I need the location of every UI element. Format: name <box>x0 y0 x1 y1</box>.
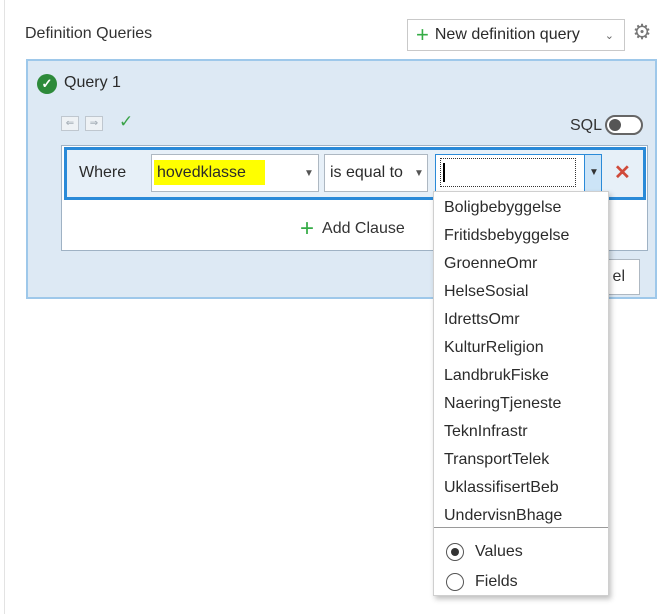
new-definition-query-label: New definition query <box>434 26 580 43</box>
chevron-down-icon[interactable]: ▼ <box>304 168 314 179</box>
gear-icon[interactable]: ⚙ <box>631 22 653 44</box>
values-radio-label[interactable]: Values <box>475 543 523 561</box>
operator-select-value: is equal to <box>330 164 403 181</box>
where-label: Where <box>79 164 127 181</box>
list-item[interactable]: Boligbebyggelse <box>444 199 561 217</box>
chevron-down-icon[interactable]: ▼ <box>414 168 424 179</box>
plus-icon: + <box>416 22 429 47</box>
cancel-button-label: el <box>612 268 625 285</box>
plus-icon: + <box>300 215 315 242</box>
list-item[interactable]: LandbrukFiske <box>444 367 549 385</box>
expand-right-button[interactable]: ⇒ <box>85 116 103 131</box>
list-item[interactable]: HelseSosial <box>444 283 528 301</box>
list-item[interactable]: TeknInfrastr <box>444 423 528 441</box>
new-definition-query-button[interactable]: + New definition query ⌄ <box>407 19 625 51</box>
dropdown-separator <box>434 527 608 528</box>
collapse-left-button[interactable]: ⇐ <box>61 116 79 131</box>
value-dropdown-list: Boligbebyggelse Fritidsbebyggelse Groenn… <box>433 191 609 596</box>
text-caret <box>443 163 445 182</box>
list-item[interactable]: UklassifisertBeb <box>444 479 559 497</box>
panel-title: Definition Queries <box>25 25 153 42</box>
list-item[interactable]: UndervisnBhage <box>444 507 562 525</box>
list-item[interactable]: NaeringTjeneste <box>444 395 561 413</box>
add-clause-label: Add Clause <box>322 220 405 237</box>
list-item[interactable]: GroenneOmr <box>444 255 537 273</box>
fields-radio[interactable] <box>446 573 464 591</box>
sql-toggle[interactable] <box>605 115 643 135</box>
left-divider <box>4 0 5 614</box>
chevron-down-icon[interactable]: ⌄ <box>605 29 614 42</box>
list-item[interactable]: IdrettsOmr <box>444 311 520 329</box>
add-clause-button[interactable]: + Add Clause <box>300 217 405 241</box>
list-item[interactable]: Fritidsbebyggelse <box>444 227 569 245</box>
check-circle-icon: ✓ <box>37 74 57 94</box>
list-item[interactable]: TransportTelek <box>444 451 549 469</box>
close-icon[interactable]: ✕ <box>614 160 631 185</box>
field-select-value: hovedklasse <box>157 164 246 181</box>
fields-radio-label[interactable]: Fields <box>475 573 518 591</box>
sql-label: SQL <box>570 117 603 134</box>
values-radio[interactable] <box>446 543 464 561</box>
query-title: Query 1 <box>64 74 121 91</box>
checkmark-icon[interactable]: ✓ <box>119 112 133 132</box>
value-input[interactable] <box>440 158 576 187</box>
list-item[interactable]: KulturReligion <box>444 339 544 357</box>
value-dropdown-button[interactable]: ▼ <box>584 155 601 191</box>
chevron-down-icon: ▼ <box>589 167 599 178</box>
